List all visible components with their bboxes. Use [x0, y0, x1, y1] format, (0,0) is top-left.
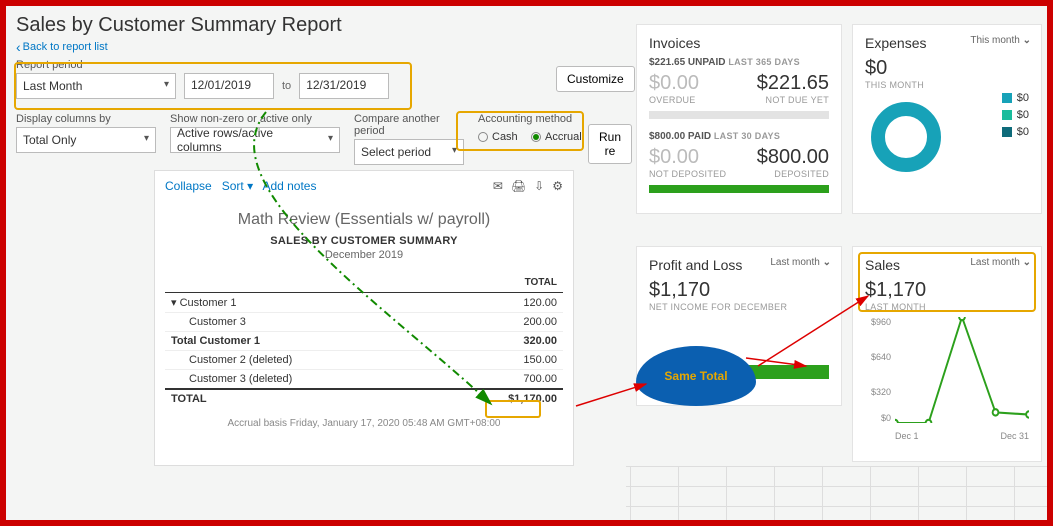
pl-period-dropdown[interactable]: Last month — [770, 257, 831, 268]
grand-total-value: $1,170.00 — [508, 393, 557, 405]
print-icon[interactable]: 🖨 — [511, 179, 526, 193]
donut-chart-icon — [871, 102, 941, 172]
radio-dot-icon — [478, 132, 488, 142]
sales-amount: $1,170 — [865, 279, 1029, 302]
sort-link[interactable]: Sort ▾ — [222, 179, 253, 193]
invoices-title: Invoices — [649, 35, 829, 51]
sales-period-dropdown[interactable]: Last month — [970, 257, 1031, 268]
run-report-button[interactable]: Run re — [588, 124, 632, 164]
grand-total-label: TOTAL — [165, 389, 438, 408]
report-period-text: December 2019 — [165, 249, 563, 261]
collapse-link[interactable]: Collapse — [165, 179, 212, 193]
table-row-value: 150.00 — [438, 351, 563, 370]
expenses-card[interactable]: Expenses This month $0 THIS MONTH $0 $0 … — [852, 24, 1042, 214]
table-row-value: 700.00 — [438, 370, 563, 390]
accounting-method-label: Accounting method — [478, 113, 608, 125]
radio-dot-on-icon — [531, 132, 541, 142]
display-columns-select[interactable]: Total Only — [16, 127, 156, 153]
expenses-legend: $0 $0 $0 — [1002, 87, 1029, 143]
compare-period-label: Compare another period — [354, 113, 464, 137]
unpaid-bar — [649, 111, 829, 119]
report-footer: Accrual basis Friday, January 17, 2020 0… — [165, 418, 563, 429]
email-icon[interactable]: ✉ — [493, 179, 503, 193]
paid-bar — [649, 185, 829, 193]
add-notes-link[interactable]: Add notes — [262, 179, 316, 193]
total-column-header: TOTAL — [438, 273, 563, 293]
table-row-label[interactable]: Total Customer 1 — [165, 332, 438, 351]
table-row-label[interactable]: Customer 3 (deleted) — [165, 370, 438, 390]
date-to-label: to — [282, 80, 291, 92]
show-nonzero-label: Show non-zero or active only — [170, 113, 340, 125]
date-from-input[interactable]: 12/01/2019 — [184, 73, 274, 99]
date-to-input[interactable]: 12/31/2019 — [299, 73, 389, 99]
cash-radio[interactable]: Cash — [478, 131, 518, 143]
page-title: Sales by Customer Summary Report — [16, 14, 616, 37]
pl-subtitle: NET INCOME FOR DECEMBER — [649, 302, 829, 312]
report-company-name: Math Review (Essentials w/ payroll) — [165, 211, 563, 229]
table-row-value: 200.00 — [438, 313, 563, 332]
report-period-label: Report period — [16, 59, 616, 71]
expenses-period-dropdown[interactable]: This month — [970, 35, 1031, 46]
pl-amount: $1,170 — [649, 279, 829, 302]
report-period-select[interactable]: Last Month — [16, 73, 176, 99]
customize-button[interactable]: Customize — [556, 66, 635, 92]
annotation-text: Same Total — [664, 369, 727, 383]
expenses-amount: $0 — [865, 57, 1029, 80]
sales-subtitle: LAST MONTH — [865, 302, 1029, 312]
compare-period-select[interactable]: Select period — [354, 139, 464, 165]
display-columns-label: Display columns by — [16, 113, 156, 125]
settings-icon[interactable]: ⚙ — [552, 179, 563, 193]
table-row-label[interactable]: Customer 2 (deleted) — [165, 351, 438, 370]
invoices-card[interactable]: Invoices $221.65 UNPAID LAST 365 DAYS $0… — [636, 24, 842, 214]
table-row-label[interactable]: ▾ Customer 1 — [165, 293, 438, 313]
show-nonzero-select[interactable]: Active rows/active columns — [170, 127, 340, 153]
back-to-report-list-link[interactable]: Back to report list — [16, 39, 108, 55]
table-row-label[interactable]: Customer 3 — [165, 313, 438, 332]
table-row-value: 320.00 — [438, 332, 563, 351]
sales-card[interactable]: Sales Last month $1,170 LAST MONTH $960 … — [852, 246, 1042, 462]
report-preview-card: Collapse Sort ▾ Add notes ✉ 🖨 ⇩ ⚙ Math R… — [154, 170, 574, 466]
sales-line-chart: $960 $640 $320 $0 Dec 1Dec 31 — [865, 317, 1029, 441]
report-heading: SALES BY CUSTOMER SUMMARY — [165, 235, 563, 247]
report-table: TOTAL ▾ Customer 1120.00Customer 3200.00… — [165, 273, 563, 408]
export-icon[interactable]: ⇩ — [534, 179, 544, 193]
table-row-value: 120.00 — [438, 293, 563, 313]
accrual-radio[interactable]: Accrual — [531, 131, 582, 143]
